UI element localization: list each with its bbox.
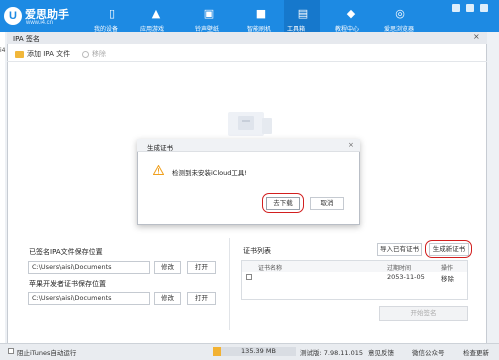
nav-toolbox[interactable]: 工具箱 — [287, 24, 319, 32]
folder-icon — [15, 50, 24, 58]
storage-indicator — [213, 347, 221, 356]
empty-state-illustration — [228, 112, 272, 136]
modal-title: 生成证书 — [147, 144, 173, 152]
minimize-window-button[interactable] — [466, 4, 474, 12]
add-ipa-button[interactable]: 添加 IPA 文件 — [15, 49, 70, 59]
open-cert-path-button[interactable]: 打开 — [187, 292, 216, 305]
phone-icon[interactable]: ▯ — [106, 8, 118, 20]
cert-location-label: 苹果开发者证书保存位置 — [29, 280, 106, 288]
highlight-outline — [262, 193, 304, 213]
cancel-button[interactable]: 取消 — [310, 197, 344, 210]
row-checkbox[interactable] — [246, 274, 252, 280]
modify-cert-path-button[interactable]: 修改 — [154, 292, 181, 305]
signed-location-label: 已签名IPA文件保存位置 — [29, 248, 103, 256]
remove-icon — [82, 50, 89, 58]
import-cert-button[interactable]: 导入已有证书 — [377, 243, 422, 256]
dialog-toolbar — [7, 44, 487, 62]
apps-icon[interactable]: ▲ — [150, 8, 162, 20]
compass-icon[interactable]: ◎ — [394, 8, 406, 20]
version-label: 测试版: 7.98.11.015 — [300, 349, 364, 357]
modify-signed-path-button[interactable]: 修改 — [154, 261, 181, 274]
close-icon[interactable]: × — [473, 32, 480, 41]
col-action: 操作 — [441, 265, 454, 272]
nav-flash[interactable]: 智能刷机 — [247, 24, 283, 32]
dialog-title: IPA 签名 — [13, 35, 40, 43]
menu-window-button[interactable] — [452, 4, 460, 12]
modal-message: 检测到未安装iCloud工具! — [172, 169, 247, 177]
warning-icon — [153, 165, 164, 175]
nav-apps-games[interactable]: 应用游戏 — [140, 24, 176, 32]
wechat-link[interactable]: 微信公众号 — [412, 347, 445, 357]
music-icon[interactable]: ▣ — [203, 8, 215, 20]
check-update-link[interactable]: 检查更新 — [463, 347, 489, 357]
box-icon[interactable]: ■ — [255, 8, 267, 20]
nav-tutorials[interactable]: 教程中心 — [335, 24, 371, 32]
close-icon[interactable]: × — [348, 141, 354, 149]
background-label: i4 — [0, 47, 6, 54]
nav-my-device[interactable]: 我的设备 — [94, 24, 130, 32]
add-ipa-label: 添加 IPA 文件 — [27, 50, 71, 58]
close-window-button[interactable] — [480, 4, 488, 12]
cert-path-field[interactable]: C:\Users\aisi\Documents — [28, 292, 150, 305]
background-panel — [0, 32, 5, 360]
dialog-title-bar — [7, 32, 487, 44]
open-signed-path-button[interactable]: 打开 — [187, 261, 216, 274]
app-logo: U — [4, 7, 22, 25]
remove-label: 移除 — [92, 50, 106, 58]
remove-button[interactable]: 移除 — [82, 49, 106, 59]
col-expires: 过期时间 — [387, 265, 412, 272]
col-cert-name: 证书名称 — [258, 265, 283, 272]
graduation-cap-icon[interactable]: ◆ — [345, 8, 357, 20]
cert-expires-cell: 2053-11-05 — [387, 273, 425, 281]
nav-browser[interactable]: 爱思浏览器 — [384, 24, 420, 32]
storage-size: 135.39 MB — [221, 347, 296, 356]
signed-path-field[interactable]: C:\Users\aisi\Documents — [28, 261, 150, 274]
brand-url: www.i4.cn — [26, 20, 54, 26]
nav-ringtones[interactable]: 铃声壁纸 — [195, 24, 231, 32]
itunes-checkbox[interactable] — [8, 348, 14, 354]
toolbox-icon[interactable]: ▤ — [297, 8, 309, 20]
highlight-outline — [425, 240, 472, 258]
section-divider — [229, 238, 230, 330]
cert-list-title: 证书列表 — [243, 247, 271, 255]
cert-remove-link[interactable]: 移除 — [441, 273, 454, 283]
itunes-label: 阻止iTunes自动运行 — [17, 349, 77, 357]
feedback-link[interactable]: 意见反馈 — [368, 347, 394, 357]
start-sign-button[interactable]: 开始签名 — [379, 306, 468, 321]
